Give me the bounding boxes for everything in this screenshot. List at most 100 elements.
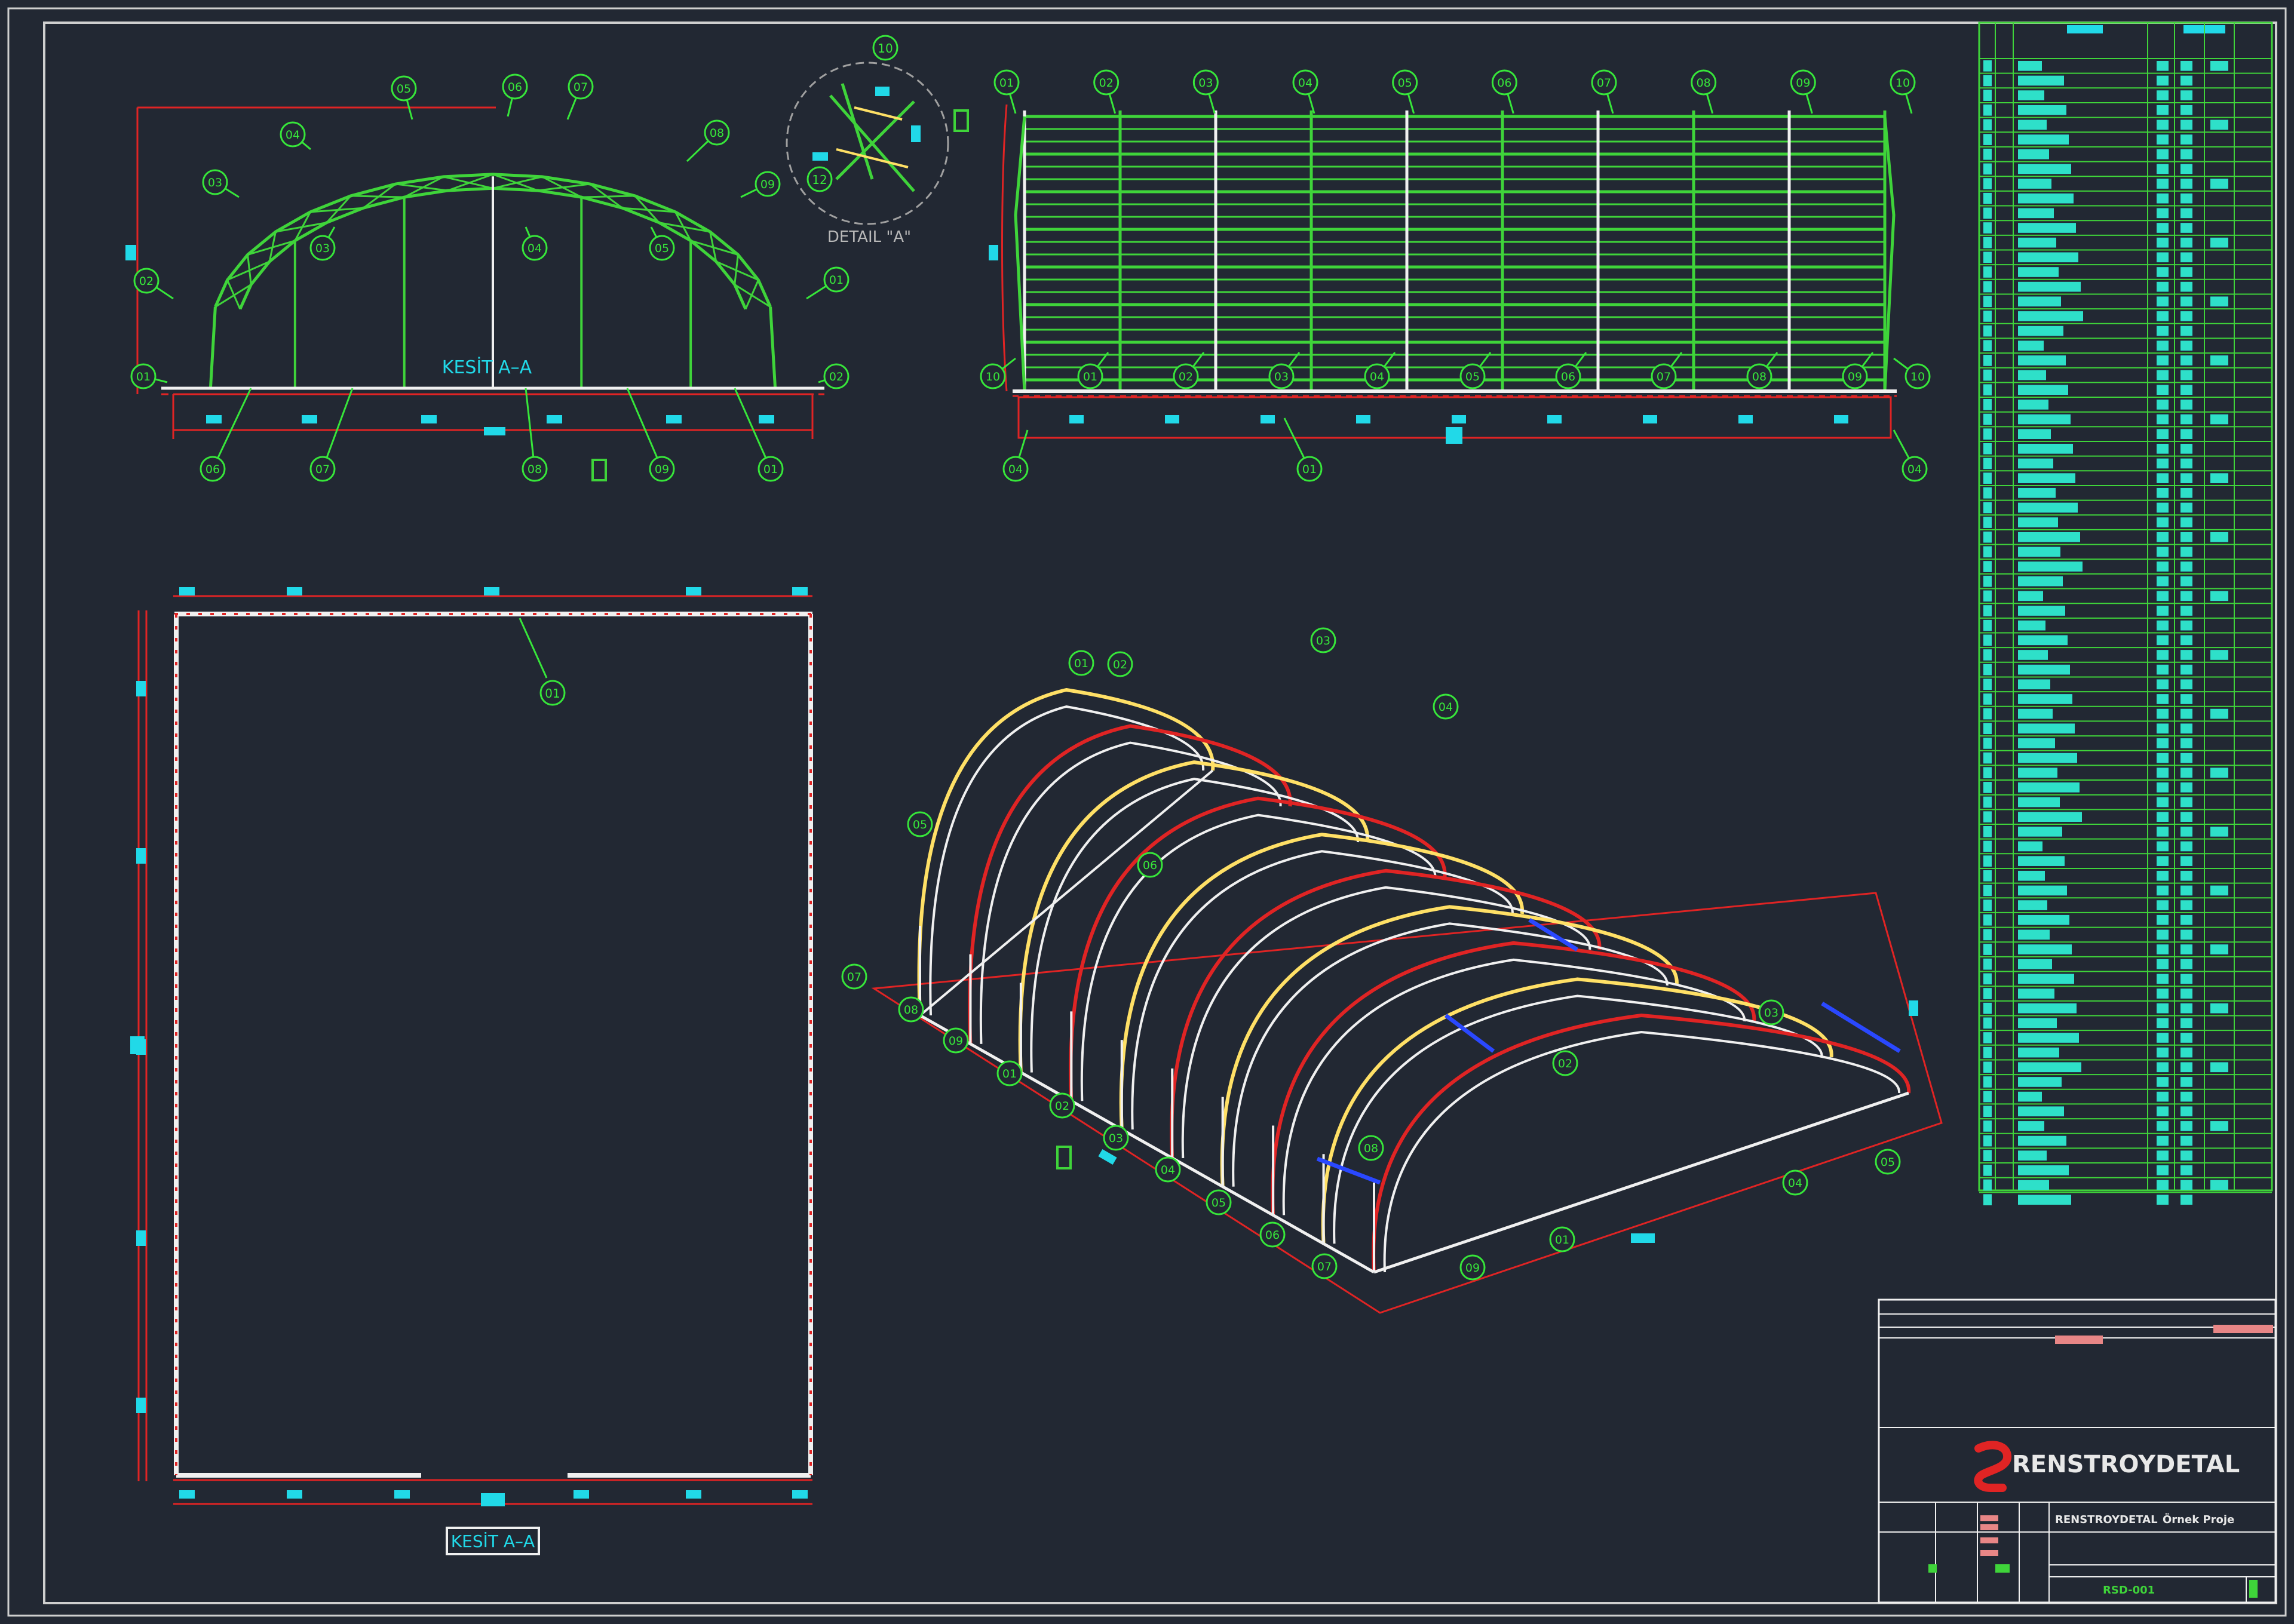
table-cell [1983,531,1992,543]
table-cell [2018,119,2047,130]
elevation-top-callout: 02 [1099,76,1114,90]
table-cell [2157,1121,2169,1131]
table-cell [2157,944,2169,954]
table-cell [2018,738,2055,748]
table-cell [1983,340,1992,352]
table-cell [2180,61,2192,71]
iso-callout: 06 [1143,859,1157,872]
table-cell [2157,841,2169,852]
table-cell [2018,1033,2079,1043]
table-cell [2180,1033,2192,1043]
table-cell [2180,179,2192,189]
table-cell [2180,797,2192,808]
table-cell [2018,473,2075,483]
table-cell [2018,635,2068,646]
table-cell [2180,473,2192,483]
table-cell [2180,164,2192,174]
table-header-cell [2067,25,2103,33]
table-cell [1983,619,1992,631]
table-cell [2018,914,2069,925]
table-cell [2018,870,2045,881]
section-callout: 03 [208,176,222,189]
table-cell [2180,311,2192,321]
table-cell [1983,458,1992,469]
table-cell [2157,664,2169,675]
table-cell [1983,605,1992,616]
elevation-low-callout: 07 [1657,370,1671,383]
table-cell [2180,1077,2192,1087]
table-cell [2018,1062,2081,1073]
table-cell [2018,974,2074,984]
table-cell [1983,929,1992,941]
table-cell [2157,768,2169,778]
table-cell [2018,179,2051,189]
table-cell [2180,267,2192,277]
table-cell [1983,266,1992,278]
table-cell [1983,885,1992,897]
table-cell [2157,1003,2169,1014]
table-cell [1983,575,1992,587]
table-cell [1983,767,1992,779]
elevation-low-callout: 02 [1179,370,1193,383]
table-cell [2180,502,2192,513]
table-cell [2157,208,2169,219]
plan-view: 01 KESİT A–A [130,587,813,1555]
table-cell [2018,134,2069,145]
table-cell [2018,841,2042,852]
plan-dimension-marker [574,1490,589,1499]
table-cell [2157,606,2169,616]
table-cell [2210,944,2228,954]
table-cell [2018,444,2073,454]
table-cell [1983,988,1992,999]
table-cell [2180,252,2192,263]
table-cell [1983,1032,1992,1043]
table-cell [1983,1179,1992,1191]
table-cell [2157,149,2169,159]
table-cell [2157,473,2169,483]
table-cell [2157,694,2169,704]
table-cell [1983,944,1992,955]
section-callout: 01 [829,274,844,287]
table-cell [1983,1106,1992,1118]
table-cell [2018,385,2068,395]
section-callout: 06 [508,81,522,94]
table-cell [2210,237,2228,248]
plan-dimension-marker [484,587,499,595]
table-cell [2157,1047,2169,1058]
elevation-top-callout: 04 [1298,76,1312,90]
table-cell [2018,1018,2057,1029]
table-cell [2157,237,2169,248]
table-cell [1983,1150,1992,1162]
table-cell [2157,1062,2169,1073]
elevation-low-callout: 09 [1848,370,1862,383]
table-cell [1983,1091,1992,1103]
table-cell [2157,988,2169,999]
table-cell [2018,458,2053,469]
table-cell [1983,561,1992,572]
table-cell [1983,1194,1992,1205]
table-cell [2157,502,2169,513]
table-cell [1983,413,1992,425]
table-cell [2018,723,2075,734]
table-cell [2157,385,2169,395]
section-callout: 07 [315,463,330,476]
table-cell [2157,885,2169,896]
iso-callout: 02 [1055,1100,1069,1113]
table-cell [2180,959,2192,969]
table-cell [2018,1077,2062,1087]
iso-base-left [919,769,1214,1017]
table-cell [2018,429,2051,439]
table-cell [2157,723,2169,734]
table-cell [2180,208,2192,219]
table-cell [2018,414,2071,425]
section-title: KESİT A–A [442,357,532,378]
elevation-top-callout: 09 [1796,76,1810,90]
plan-dimension-marker [287,1490,302,1499]
table-cell [2180,458,2192,469]
table-cell [2157,179,2169,189]
table-cell [2018,606,2065,616]
table-cell [2180,547,2192,557]
table-cell [2157,1033,2169,1043]
elevation-low-callout: 06 [1561,370,1575,383]
table-cell [2157,296,2169,307]
